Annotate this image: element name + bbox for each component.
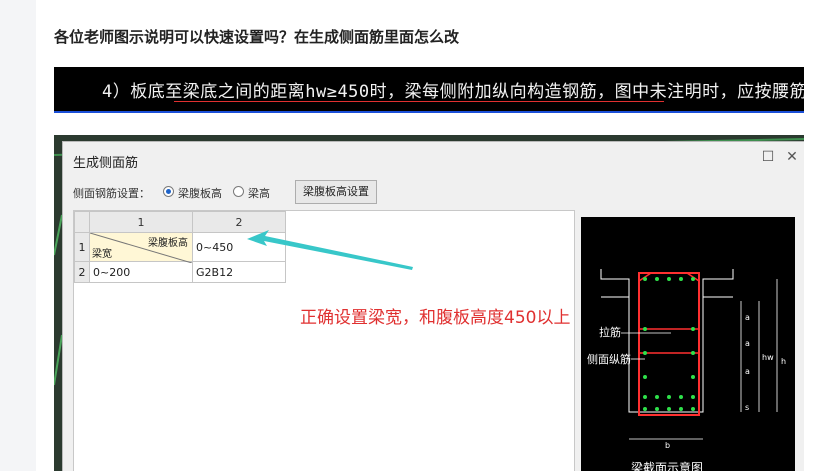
annotation-text: 正确设置梁宽，和腹板高度450以上 bbox=[300, 308, 571, 328]
forum-post: 各位老师图示说明可以快速设置吗？在生成侧面筋里面怎么改 4）板底至梁底之间的距离… bbox=[36, 0, 830, 471]
question-title: 各位老师图示说明可以快速设置吗？在生成侧面筋里面怎么改 bbox=[54, 28, 460, 46]
beam-section-drawing bbox=[600, 269, 778, 440]
tie-bar-label: 拉筋 bbox=[599, 326, 621, 339]
dim-a-label: a bbox=[745, 367, 750, 376]
dim-hw-label: hw bbox=[762, 353, 774, 362]
dim-a-label: a bbox=[745, 313, 750, 322]
cad-note-underline bbox=[174, 101, 664, 102]
diagram-caption: 梁截面示意图 bbox=[631, 461, 704, 471]
dim-h-label: h bbox=[781, 357, 787, 366]
generate-side-bars-dialog: 生成侧面筋 ☐ ✕ 侧面钢筋设置： 梁腹板高 梁高 梁腹板高设置 1 2 1 梁… bbox=[62, 141, 804, 471]
side-bar-label: 侧面纵筋 bbox=[587, 353, 631, 366]
dim-s-label: s bbox=[745, 403, 750, 412]
beam-section-diagram: 拉筋 侧面纵筋 a a a hw h s b 梁截面示意图 bbox=[581, 217, 795, 471]
dim-b-label: b bbox=[665, 441, 671, 450]
software-screenshot: 生成侧面筋 ☐ ✕ 侧面钢筋设置： 梁腹板高 梁高 梁腹板高设置 1 2 1 梁… bbox=[54, 135, 804, 471]
cad-note-image: 4）板底至梁底之间的距离hw≥450时，梁每侧附加纵向构造钢筋，图中未注明时，应… bbox=[54, 67, 804, 113]
dim-a-label: a bbox=[745, 339, 750, 348]
cad-note-text: 4）板底至梁底之间的距离hw≥450时，梁每侧附加纵向构造钢筋，图中未注明时，应… bbox=[102, 82, 804, 102]
